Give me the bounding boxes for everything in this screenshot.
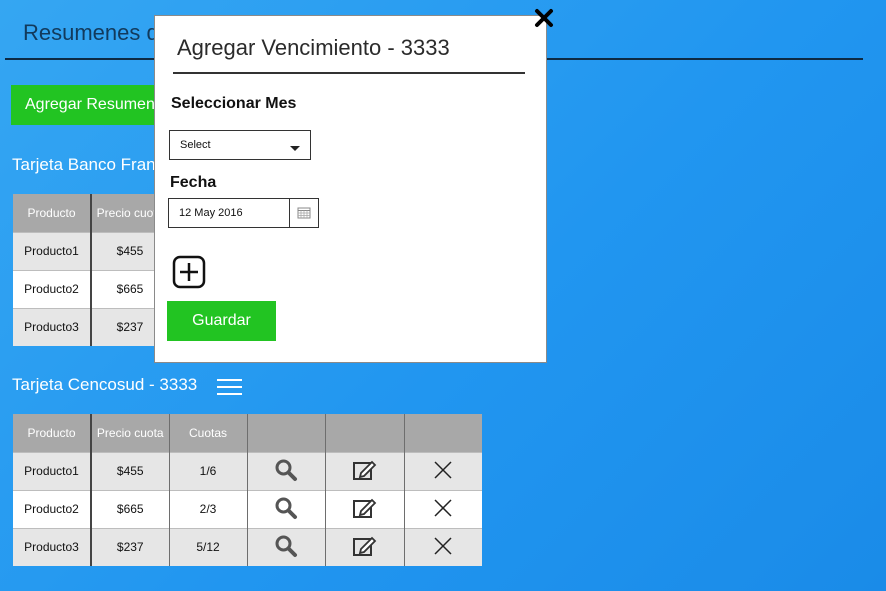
column-header-edit [325, 414, 405, 452]
delete-button[interactable] [404, 451, 482, 490]
table-row: Producto1 $455 1/6 [13, 451, 482, 490]
month-select-value: Select [180, 139, 211, 151]
save-button[interactable]: Guardar [167, 301, 276, 341]
date-label: Fecha [170, 174, 217, 191]
date-field[interactable]: 12 May 2016 [168, 198, 319, 228]
cell-producto: Producto3 [13, 307, 92, 346]
cell-cuotas: 5/12 [169, 527, 248, 566]
month-select[interactable]: Select [169, 130, 311, 160]
delete-icon [434, 537, 452, 555]
edit-icon [352, 460, 376, 480]
cell-cuotas: 1/6 [169, 451, 248, 490]
chevron-down-icon [290, 146, 300, 151]
view-button[interactable] [247, 451, 326, 490]
add-due-date-modal: Agregar Vencimiento - 3333 Seleccionar M… [154, 9, 553, 363]
search-icon [275, 497, 297, 519]
modal-title-divider [173, 72, 525, 74]
plus-square-icon [172, 255, 206, 289]
column-header-producto: Producto [13, 194, 92, 232]
delete-icon [434, 498, 452, 517]
cell-producto: Producto2 [13, 269, 92, 308]
add-item-button[interactable] [172, 255, 206, 289]
section-title-cencosud: Tarjeta Cencosud - 3333 [12, 375, 198, 394]
cell-producto: Producto1 [13, 451, 92, 490]
search-icon [275, 459, 297, 481]
calendar-button[interactable] [289, 199, 318, 227]
cell-precio: $237 [91, 527, 170, 566]
close-button[interactable] [533, 7, 555, 29]
view-button[interactable] [247, 527, 326, 566]
table-header-row: Producto Precio cuota Cuotas [13, 414, 482, 452]
banco-frances-table: Producto Precio cuota Producto1 $455 Pro… [13, 194, 168, 346]
cell-cuotas: 2/3 [169, 489, 248, 528]
column-header-delete [404, 414, 482, 452]
cell-producto: Producto1 [13, 231, 92, 270]
table-row: Producto2 $665 [13, 269, 168, 308]
date-value: 12 May 2016 [179, 207, 243, 219]
hamburger-menu-icon[interactable] [217, 378, 242, 396]
cencosud-table: Producto Precio cuota Cuotas Producto1 $… [13, 414, 482, 566]
cell-producto: Producto2 [13, 489, 92, 528]
edit-icon [352, 536, 376, 556]
table-header-row: Producto Precio cuota [13, 194, 168, 232]
table-row: Producto2 $665 2/3 [13, 489, 482, 528]
cell-producto: Producto3 [13, 527, 92, 566]
cell-precio: $455 [91, 451, 170, 490]
add-summary-button[interactable]: Agregar Resumen [11, 85, 161, 125]
delete-button[interactable] [404, 527, 482, 566]
close-icon [535, 9, 553, 27]
table-row: Producto1 $455 [13, 231, 168, 270]
page-title: Resumenes d [23, 20, 159, 45]
edit-icon [352, 498, 376, 518]
edit-button[interactable] [325, 489, 405, 528]
delete-button[interactable] [404, 489, 482, 528]
table-row: Producto3 $237 5/12 [13, 527, 482, 566]
column-header-precio-cuota: Precio cuota [91, 414, 170, 452]
column-header-cuotas: Cuotas [169, 414, 248, 452]
month-label: Seleccionar Mes [171, 95, 297, 112]
edit-button[interactable] [325, 527, 405, 566]
table-row: Producto3 $237 [13, 307, 168, 346]
cell-precio: $665 [91, 489, 170, 528]
section-title-banco-frances: Tarjeta Banco Fran [12, 155, 156, 174]
column-header-producto: Producto [13, 414, 92, 452]
search-icon [275, 535, 297, 557]
delete-icon [434, 460, 452, 479]
column-header-view [247, 414, 326, 452]
view-button[interactable] [247, 489, 326, 528]
modal-title: Agregar Vencimiento - 3333 [177, 35, 450, 60]
calendar-icon [297, 207, 311, 219]
edit-button[interactable] [325, 451, 405, 490]
